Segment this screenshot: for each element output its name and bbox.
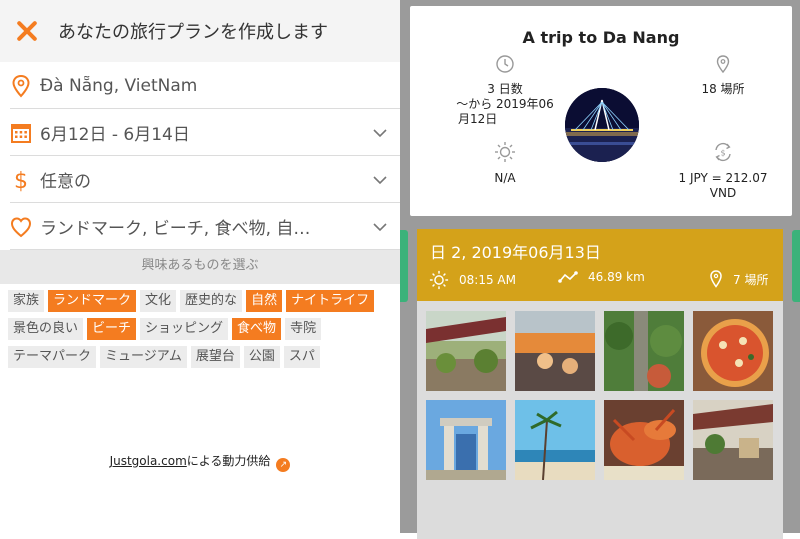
distance-value: 46.89 km xyxy=(588,270,645,284)
prev-day-card-edge[interactable] xyxy=(400,230,408,302)
trip-places: 18 場所 xyxy=(668,54,778,97)
place-photo[interactable] xyxy=(515,311,595,391)
currency-exchange-icon: $ xyxy=(715,142,731,162)
next-day-card-edge[interactable] xyxy=(792,230,800,302)
duration-days: 3 日数 xyxy=(487,82,523,96)
svg-text:$: $ xyxy=(14,169,28,192)
interest-tag[interactable]: ショッピング xyxy=(140,318,229,340)
interest-section-label: 興味あるものを選ぶ xyxy=(0,250,400,284)
day-title: 日 2, 2019年06月13日 xyxy=(430,243,601,262)
svg-text:$: $ xyxy=(720,149,725,158)
chevron-down-icon[interactable] xyxy=(360,203,400,250)
interest-tag[interactable]: テーマパーク xyxy=(8,346,97,368)
interest-tag[interactable]: 景色の良い xyxy=(8,318,84,340)
trip-summary-card[interactable]: A trip to Da Nang 3 日数 〜から 2019年06 月12日 … xyxy=(410,6,792,216)
interest-tag[interactable]: 展望台 xyxy=(190,346,240,368)
interest-tag[interactable]: ミュージアム xyxy=(100,346,187,368)
trip-planner-panel: あなたの旅行プランを作成します Đà Nẵng, VietNam 6月12日 -… xyxy=(0,0,400,533)
place-photo[interactable] xyxy=(426,311,506,391)
trip-preview-panel: A trip to Da Nang 3 日数 〜から 2019年06 月12日 … xyxy=(400,0,800,539)
trip-currency: $ 1 JPY = 212.07 VND xyxy=(665,141,781,201)
clock-icon xyxy=(496,55,514,73)
destination-field[interactable]: Đà Nẵng, VietNam xyxy=(0,62,400,109)
start-time-value: 08:15 AM xyxy=(459,273,516,287)
trip-title: A trip to Da Nang xyxy=(522,28,680,47)
powered-suffix: による動力供給 xyxy=(186,454,271,468)
interest-tag[interactable]: 公園 xyxy=(243,346,280,368)
place-photo[interactable] xyxy=(426,400,506,480)
budget-value: 任意の xyxy=(40,172,91,192)
destination-photo xyxy=(565,88,639,162)
day-photo-grid xyxy=(426,311,776,480)
interest-tag[interactable]: ナイトライフ xyxy=(286,290,375,312)
route-icon xyxy=(558,271,578,283)
day-places: 7 場所 xyxy=(709,270,768,288)
calendar-icon xyxy=(11,124,31,143)
interest-tag[interactable]: ビーチ xyxy=(87,318,137,340)
location-pin-icon xyxy=(716,55,730,74)
interest-tag[interactable]: 歴史的な xyxy=(180,290,243,312)
planner-header: あなたの旅行プランを作成します xyxy=(0,0,400,62)
place-photo[interactable] xyxy=(693,311,773,391)
currency-rate: 1 JPY = 212.07 xyxy=(678,171,768,185)
interests-field[interactable]: ランドマーク, ビーチ, 食べ物, 自… xyxy=(0,203,400,250)
currency-unit: VND xyxy=(709,186,737,200)
interest-tag[interactable]: 文化 xyxy=(140,290,177,312)
interest-tag[interactable]: ランドマーク xyxy=(48,290,137,312)
destination-value: Đà Nẵng, VietNam xyxy=(40,75,198,96)
budget-field[interactable]: $ 任意の xyxy=(0,156,400,203)
day-start-time: 08:15 AM xyxy=(429,270,516,290)
interest-tag[interactable]: 食べ物 xyxy=(232,318,282,340)
page-title: あなたの旅行プランを作成します xyxy=(58,22,328,43)
day-places-value: 7 場所 xyxy=(733,272,769,287)
chevron-down-icon[interactable] xyxy=(360,156,400,203)
sun-icon xyxy=(429,270,449,290)
place-photo[interactable] xyxy=(693,400,773,480)
interest-tag[interactable]: スパ xyxy=(283,346,320,368)
interest-tag-list: 家族 ランドマーク 文化 歴史的な 自然 ナイトライフ景色の良い ビーチ ショッピング 食べ物寺… xyxy=(0,284,400,374)
location-pin-icon xyxy=(12,74,30,98)
places-count: 18 場所 xyxy=(701,82,745,96)
location-pin-icon xyxy=(710,270,722,288)
powered-by: Justgola.comによる動力供給 ↗ xyxy=(0,452,400,472)
place-photo[interactable] xyxy=(604,400,684,480)
day-itinerary-card[interactable]: 日 2, 2019年06月13日 08:15 AM 46.89 km 7 場所 xyxy=(417,229,783,539)
trip-duration: 3 日数 〜から 2019年06 月12日 xyxy=(450,54,560,127)
powered-brand-link[interactable]: Justgola.com xyxy=(110,454,187,468)
interest-tag[interactable]: 家族 xyxy=(8,290,45,312)
interests-value: ランドマーク, ビーチ, 食べ物, 自… xyxy=(40,219,311,239)
chevron-down-icon[interactable] xyxy=(360,109,400,156)
place-photo[interactable] xyxy=(604,311,684,391)
sun-icon xyxy=(495,142,515,162)
interest-tag[interactable]: 自然 xyxy=(246,290,283,312)
heart-icon xyxy=(10,217,32,238)
close-icon[interactable] xyxy=(14,18,40,44)
day-header: 日 2, 2019年06月13日 08:15 AM 46.89 km 7 場所 xyxy=(417,229,783,301)
place-photo[interactable] xyxy=(515,400,595,480)
trip-weather: N/A xyxy=(450,141,560,186)
weather-value: N/A xyxy=(494,171,516,185)
interest-tag[interactable]: 寺院 xyxy=(285,318,322,340)
duration-start-day: 月12日 xyxy=(458,112,498,126)
date-range-field[interactable]: 6月12日 - 6月14日 xyxy=(0,109,400,156)
dollar-icon: $ xyxy=(14,169,28,192)
duration-start: 〜から 2019年06 xyxy=(456,97,554,111)
day-distance: 46.89 km xyxy=(558,270,645,284)
date-range-value: 6月12日 - 6月14日 xyxy=(40,125,190,145)
justgola-logo-icon: ↗ xyxy=(276,458,291,472)
